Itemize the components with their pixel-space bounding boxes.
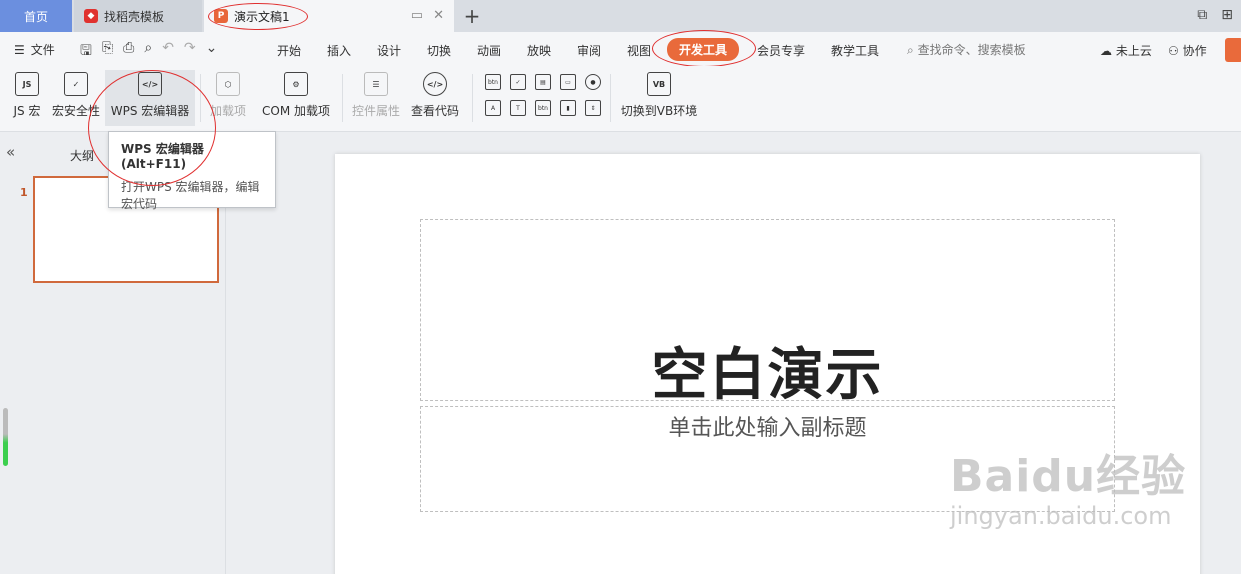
- watermark-main: Baidu经验: [950, 451, 1187, 502]
- radio-control-icon[interactable]: ●: [585, 74, 601, 90]
- more-icon[interactable]: ⌄: [206, 40, 218, 64]
- window-icon[interactable]: ▭: [411, 8, 423, 23]
- tab-document[interactable]: P 演示文稿1 ▭ ✕: [204, 0, 454, 32]
- js-file-icon: JS: [15, 72, 39, 96]
- user-icon: ⚇: [1168, 44, 1179, 58]
- outline-tab[interactable]: 大纲: [70, 147, 94, 164]
- search-icon: ⌕: [907, 43, 914, 57]
- ribbon-separator: [200, 74, 201, 122]
- slide-title: 空白演示: [651, 343, 884, 408]
- wps-macro-editor-button[interactable]: </> WPS 宏编辑器: [105, 70, 195, 126]
- listbox-control-icon[interactable]: ▭: [560, 74, 576, 90]
- scrollbar-control-icon[interactable]: ▮: [560, 100, 576, 116]
- control-properties-label: 控件属性: [351, 104, 400, 118]
- ribbon-separator: [610, 74, 611, 122]
- tab-view[interactable]: 视图: [627, 42, 651, 59]
- view-code-label: 查看代码: [410, 104, 459, 118]
- baidu-watermark: Baidu经验 jingyan.baidu.com: [950, 440, 1186, 530]
- export-icon[interactable]: ⎘: [102, 40, 113, 64]
- addins-button[interactable]: ⬡ 加载项: [206, 70, 250, 126]
- com-addins-button[interactable]: ⚙ COM 加载项: [258, 70, 334, 126]
- toggle-button-control-icon[interactable]: btn: [535, 100, 551, 116]
- js-macro-button[interactable]: JS JS 宏: [8, 70, 46, 126]
- save-icon[interactable]: 🖫: [80, 40, 92, 64]
- properties-icon: ☰: [364, 72, 388, 96]
- tab-start[interactable]: 开始: [277, 42, 301, 59]
- ribbon: JS JS 宏 ✓ 宏安全性 </> WPS 宏编辑器 ⬡ 加载项 ⚙ COM …: [0, 66, 1241, 132]
- tab-developer[interactable]: 开发工具: [667, 38, 740, 61]
- share-button[interactable]: [1225, 38, 1241, 62]
- cube-icon: ⬡: [216, 72, 240, 96]
- tab-home[interactable]: 首页: [0, 0, 72, 32]
- macro-security-label: 宏安全性: [51, 104, 100, 118]
- close-tab-icon[interactable]: ✕: [433, 8, 444, 23]
- tab-member[interactable]: 会员专享: [757, 42, 805, 59]
- addins-label: 加载项: [209, 104, 246, 118]
- tab-insert[interactable]: 插入: [327, 42, 351, 59]
- presentation-logo-icon: P: [214, 9, 228, 23]
- tab-transition[interactable]: 切换: [427, 42, 451, 59]
- tab-home-label: 首页: [23, 9, 48, 24]
- ribbon-separator: [342, 74, 343, 122]
- tab-design[interactable]: 设计: [377, 42, 401, 59]
- hamburger-icon: ☰: [14, 42, 25, 57]
- tab-slideshow[interactable]: 放映: [527, 42, 551, 59]
- tab-template[interactable]: ◆ 找稻壳模板: [74, 0, 202, 32]
- menu-bar: ☰ 文件 🖫 ⎘ ⎙ ⌕ ↶ ↷ ⌄ 开始 插入 设计 切换 动画 放映 审阅 …: [0, 32, 1241, 66]
- command-search[interactable]: ⌕ 查找命令、搜索模板: [907, 41, 1026, 58]
- docer-logo-icon: ◆: [84, 9, 98, 23]
- title-placeholder[interactable]: 空白演示: [420, 219, 1115, 408]
- tooltip-description: 打开WPS 宏编辑器，编辑宏代码: [121, 180, 260, 211]
- spin-control-icon[interactable]: ⇕: [585, 100, 601, 116]
- com-addins-label: COM 加载项: [262, 104, 330, 118]
- vb-icon: VB: [647, 72, 671, 96]
- cloud-icon: ☁: [1100, 44, 1112, 58]
- wps-macro-editor-label: WPS 宏编辑器: [110, 104, 190, 118]
- cloud-status[interactable]: ☁ 未上云: [1100, 42, 1152, 59]
- switch-vb-label: 切换到VB环境: [620, 104, 698, 118]
- tab-animation[interactable]: 动画: [477, 42, 501, 59]
- slide-subtitle: 单击此处输入副标题: [668, 416, 867, 441]
- cube-gear-icon: ⚙: [284, 72, 308, 96]
- scroll-indicator[interactable]: [3, 408, 8, 466]
- macro-security-button[interactable]: ✓ 宏安全性: [50, 70, 102, 126]
- control-properties-button[interactable]: ☰ 控件属性: [350, 70, 402, 126]
- apps-grid-icon[interactable]: ⊞: [1221, 7, 1233, 23]
- cloud-label: 未上云: [1115, 44, 1152, 58]
- shield-icon: ✓: [64, 72, 88, 96]
- window-layout-icon[interactable]: ⧉: [1197, 7, 1207, 23]
- collab-label: 协作: [1182, 44, 1207, 58]
- js-macro-label: JS 宏: [13, 104, 41, 118]
- redo-icon[interactable]: ↷: [184, 40, 196, 64]
- file-menu[interactable]: ☰ 文件: [14, 41, 55, 58]
- tab-bar: 首页 ◆ 找稻壳模板 P 演示文稿1 ▭ ✕ + ⧉ ⊞: [0, 0, 1241, 32]
- textbox-control-icon[interactable]: T: [510, 100, 526, 116]
- search-placeholder: 查找命令、搜索模板: [917, 43, 1026, 57]
- tab-teaching[interactable]: 教学工具: [831, 42, 879, 59]
- slide-number: 1: [20, 186, 28, 199]
- add-tab-button[interactable]: +: [462, 4, 482, 28]
- tab-document-label: 演示文稿1: [234, 9, 290, 24]
- switch-vb-button[interactable]: VB 切换到VB环境: [618, 70, 700, 126]
- checkbox-control-icon[interactable]: ✓: [510, 74, 526, 90]
- tab-template-label: 找稻壳模板: [104, 9, 165, 24]
- collapse-panel-icon[interactable]: «: [6, 143, 15, 161]
- button-control-icon[interactable]: btn: [485, 74, 501, 90]
- preview-icon[interactable]: ⌕: [144, 40, 152, 64]
- label-control-icon[interactable]: A: [485, 100, 501, 116]
- tooltip-title: WPS 宏编辑器 (Alt+F11): [121, 142, 204, 171]
- print-icon[interactable]: ⎙: [123, 40, 134, 64]
- code-editor-icon: </>: [138, 72, 162, 96]
- undo-icon[interactable]: ↶: [162, 40, 174, 64]
- collaborate-button[interactable]: ⚇ 协作: [1168, 42, 1207, 59]
- file-menu-label: 文件: [30, 43, 55, 57]
- tab-review[interactable]: 审阅: [577, 42, 601, 59]
- ribbon-separator: [472, 74, 473, 122]
- view-code-icon: </>: [423, 72, 447, 96]
- watermark-sub: jingyan.baidu.com: [950, 502, 1172, 530]
- view-code-button[interactable]: </> 查看代码: [408, 70, 462, 126]
- macro-editor-tooltip: WPS 宏编辑器 (Alt+F11) 打开WPS 宏编辑器，编辑宏代码: [108, 131, 276, 211]
- combobox-control-icon[interactable]: ▤: [535, 74, 551, 90]
